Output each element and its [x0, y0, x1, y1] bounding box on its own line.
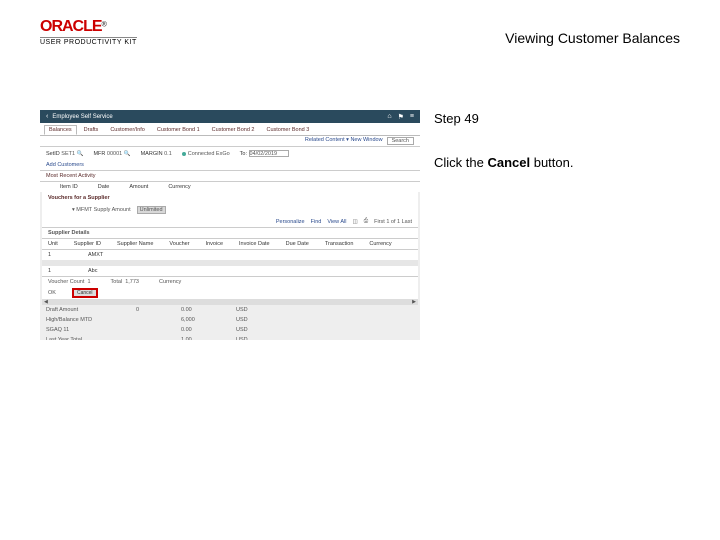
tab-bond-2[interactable]: Customer Bond 2 [207, 125, 260, 135]
voucher-count-label: Voucher Count [48, 279, 84, 285]
home-icon[interactable]: ⌂ [387, 113, 391, 121]
date-input[interactable]: 04/02/2019 [249, 150, 289, 157]
cell-b: Abc [88, 268, 112, 274]
tab-drafts[interactable]: Drafts [79, 125, 104, 135]
section-header: Most Recent Activity [46, 173, 96, 179]
search-button[interactable]: Search [387, 137, 414, 145]
sgaq-c: USD [236, 327, 248, 333]
pager-text: First 1 of 1 Last [374, 219, 412, 225]
last-year-c: USD [236, 337, 248, 340]
back-icon[interactable]: ‹ [46, 113, 48, 120]
supplier-details-header: Supplier Details [42, 228, 418, 239]
find-link[interactable]: Find [311, 219, 322, 225]
margin-value: 0.1 [164, 151, 172, 157]
col-date: Date [98, 184, 110, 190]
logo-text: ORACLE [40, 18, 102, 35]
vouchers-title: Vouchers for a Supplier [42, 192, 418, 204]
mfr-label: MFR [93, 151, 105, 157]
draft-amount-b: 0.00 [181, 307, 206, 313]
print-icon[interactable]: ⎙ [364, 218, 368, 225]
draft-amount-c: USD [236, 307, 248, 313]
menu-icon[interactable]: ≡ [410, 113, 414, 121]
cancel-button[interactable]: Cancel [72, 288, 98, 298]
last-year-b: 1.00 [181, 337, 206, 340]
supply-amount-input[interactable]: Unlimited [137, 206, 166, 214]
setid-label: SetID [46, 151, 60, 157]
col-voucher: Voucher [169, 241, 189, 247]
table-row: 1 Abc [42, 266, 418, 276]
oracle-logo: ORACLE® USER PRODUCTIVITY KIT [40, 18, 137, 46]
sgaq-label: SGAQ 11 [46, 327, 106, 333]
margin-label: MARGIN [141, 151, 163, 157]
flag-icon[interactable]: ⚑ [398, 113, 404, 121]
col-transaction: Transaction [325, 241, 354, 247]
voucher-count-value: 1 [87, 279, 90, 285]
scroll-right-icon[interactable]: ▶ [412, 299, 416, 305]
grid-icon[interactable]: ◫ [352, 219, 357, 225]
add-customers-link[interactable]: Add Customers [46, 162, 84, 168]
instruction-post: button. [530, 155, 573, 170]
instruction-text: Click the Cancel button. [434, 154, 684, 172]
total-label: Total [111, 279, 123, 285]
last-year-label: Last Year Total [46, 337, 106, 340]
logo-subtitle: USER PRODUCTIVITY KIT [40, 37, 137, 46]
col-due-date: Due Date [286, 241, 309, 247]
connected-label: Connected ExGo [188, 151, 230, 157]
col-amount: Amount [129, 184, 148, 190]
setid-value: SET1 [61, 151, 75, 157]
total-value: 1,773 [125, 279, 139, 285]
col-currency-2: Currency [369, 241, 391, 247]
high-balance-c: USD [236, 317, 248, 323]
instruction-pre: Click the [434, 155, 487, 170]
last-year-a [136, 337, 151, 340]
tab-bar: Balances Drafts Customer/Info Customer B… [40, 123, 420, 136]
step-label: Step 49 [434, 110, 684, 128]
col-unit: Unit [48, 241, 58, 247]
app-title: Employee Self Service [52, 114, 112, 120]
draft-amount-label: Draft Amount [46, 307, 106, 313]
tab-bond-1[interactable]: Customer Bond 1 [152, 125, 205, 135]
tab-customer-info[interactable]: Customer/Info [105, 125, 150, 135]
summary-row: Draft Amount 0 0.00 USD [40, 305, 420, 315]
instruction-bold: Cancel [487, 155, 530, 170]
summary-row: SGAQ 11 0.00 USD [40, 325, 420, 335]
app-screenshot: ‹ Employee Self Service ⌂ ⚑ ≡ Balances D… [40, 110, 420, 340]
instruction-panel: Step 49 Click the Cancel button. [434, 110, 684, 172]
related-content-link[interactable]: Related Content ▾ New Window [305, 137, 383, 145]
cell-unit: 1 [48, 252, 72, 258]
sgaq-b: 0.00 [181, 327, 206, 333]
summary-row: Last Year Total 1.00 USD [40, 335, 420, 340]
cell-supplier: AMXT [88, 252, 112, 258]
col-invoice: Invoice [206, 241, 223, 247]
logo-trademark: ® [102, 21, 107, 28]
tab-balances[interactable]: Balances [44, 125, 77, 135]
scroll-left-icon[interactable]: ◀ [44, 299, 48, 305]
personalize-link[interactable]: Personalize [276, 219, 305, 225]
app-titlebar: ‹ Employee Self Service ⌂ ⚑ ≡ [40, 110, 420, 123]
sgaq-a [136, 327, 151, 333]
col-item-id: Item ID [60, 184, 78, 190]
tab-bond-3[interactable]: Customer Bond 3 [261, 125, 314, 135]
col-supplier-name: Supplier Name [117, 241, 153, 247]
draft-amount-a: 0 [136, 307, 151, 313]
high-balance-b: 6,000 [181, 317, 206, 323]
view-all-link[interactable]: View All [327, 219, 346, 225]
col-invoice-date: Invoice Date [239, 241, 270, 247]
currency-label: Currency [159, 279, 181, 285]
high-balance-label: High/Balance MTD [46, 317, 106, 323]
col-currency: Currency [168, 184, 190, 190]
cell-a: 1 [48, 268, 72, 274]
table-row: 1 AMXT [42, 250, 418, 260]
page-title: Viewing Customer Balances [505, 30, 680, 46]
ok-button[interactable]: OK [48, 290, 56, 296]
high-balance-a [136, 317, 151, 323]
supply-amount-label: ▾ MFMT Supply Amount [72, 207, 131, 213]
status-dot-icon [182, 152, 186, 156]
summary-row: High/Balance MTD 6,000 USD [40, 315, 420, 325]
date-label: To: [240, 151, 247, 157]
col-supplier-id: Supplier ID [74, 241, 101, 247]
mfr-value: 00001 [107, 151, 122, 157]
